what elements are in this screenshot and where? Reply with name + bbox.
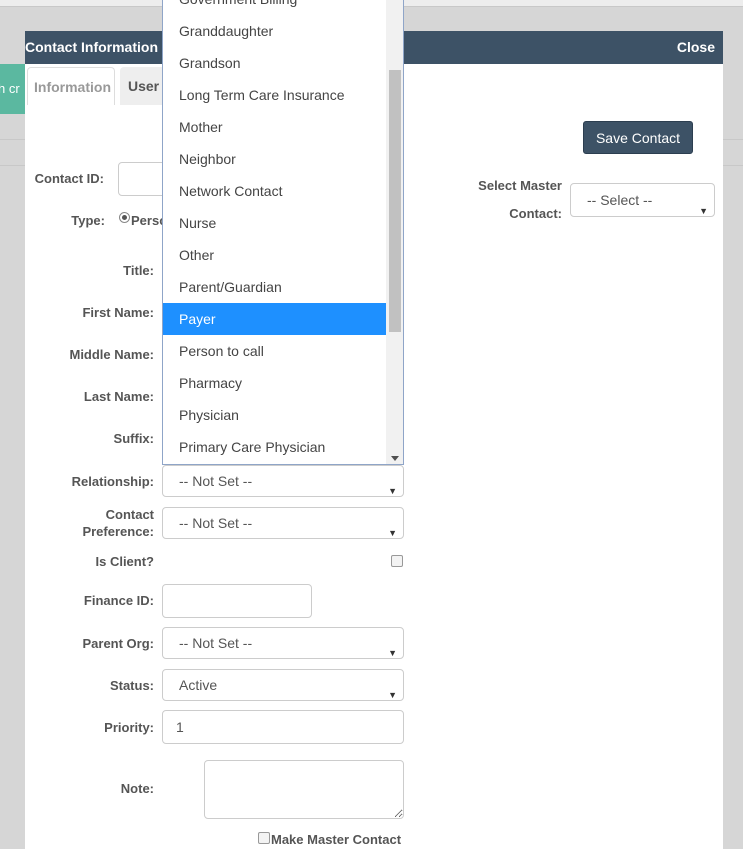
- contact-id-label: Contact ID:: [34, 171, 104, 186]
- dropdown-option[interactable]: Primary Care Physician: [163, 431, 386, 463]
- select-master-contact-value: -- Select --: [587, 192, 653, 208]
- relationship-dropdown-list[interactable]: Government Billing Granddaughter Grandso…: [162, 0, 404, 465]
- status-label: Status:: [109, 678, 154, 693]
- status-select[interactable]: Active ▼: [162, 669, 404, 701]
- dropdown-option[interactable]: Physician: [163, 399, 386, 431]
- dropdown-option[interactable]: Network Contact: [163, 175, 386, 207]
- type-label: Type:: [71, 213, 105, 228]
- dropdown-option[interactable]: Grandson: [163, 47, 386, 79]
- type-person-radio[interactable]: [119, 212, 130, 223]
- parent-org-select-value: -- Not Set --: [179, 635, 253, 651]
- dropdown-option[interactable]: Neighbor: [163, 143, 386, 175]
- contact-preference-label-line1: Contact: [105, 507, 154, 522]
- dropdown-option[interactable]: Person to call: [163, 335, 386, 367]
- tab-information[interactable]: Information: [27, 67, 115, 105]
- parent-org-select[interactable]: -- Not Set -- ▼: [162, 627, 404, 659]
- last-name-label: Last Name:: [83, 389, 154, 404]
- make-master-contact-checkbox[interactable]: [258, 832, 270, 844]
- note-label: Note:: [120, 781, 154, 796]
- finance-id-label: Finance ID:: [83, 593, 154, 608]
- relationship-label: Relationship:: [71, 474, 154, 489]
- middle-name-label: Middle Name:: [69, 347, 154, 362]
- dropdown-option[interactable]: Mother: [163, 111, 386, 143]
- chevron-down-icon: ▼: [388, 690, 397, 700]
- scroll-down-arrow-icon[interactable]: [391, 456, 399, 461]
- save-contact-button[interactable]: Save Contact: [583, 121, 693, 154]
- title-label: Title:: [123, 263, 154, 278]
- modal-title: Contact Information: [25, 39, 158, 55]
- select-master-label-line1: Select Master: [478, 178, 562, 193]
- chevron-down-icon: ▼: [388, 528, 397, 538]
- dropdown-option[interactable]: Granddaughter: [163, 15, 386, 47]
- status-select-value: Active: [179, 677, 218, 693]
- dropdown-option[interactable]: Other: [163, 239, 386, 271]
- contact-preference-label-line2: Preference:: [82, 524, 154, 539]
- is-client-label: Is Client?: [95, 554, 154, 569]
- dropdown-option[interactable]: Long Term Care Insurance: [163, 79, 386, 111]
- priority-label: Priority:: [104, 720, 154, 735]
- contact-preference-select-value: -- Not Set --: [179, 515, 253, 531]
- dropdown-option[interactable]: Parent/Guardian: [163, 271, 386, 303]
- priority-input[interactable]: [162, 710, 404, 744]
- note-textarea[interactable]: [204, 760, 404, 819]
- suffix-label: Suffix:: [113, 431, 154, 446]
- relationship-select-value: -- Not Set --: [179, 473, 253, 489]
- dropdown-scrollbar[interactable]: [386, 0, 403, 464]
- chevron-down-icon: ▼: [699, 206, 708, 216]
- parent-org-label: Parent Org:: [82, 636, 154, 651]
- scrollbar-thumb[interactable]: [389, 70, 401, 332]
- first-name-label: First Name:: [82, 305, 154, 320]
- chevron-down-icon: ▼: [388, 648, 397, 658]
- contact-preference-select[interactable]: -- Not Set -- ▼: [162, 507, 404, 539]
- dropdown-option[interactable]: Nurse: [163, 207, 386, 239]
- dropdown-option[interactable]: Pharmacy: [163, 367, 386, 399]
- close-button[interactable]: Close: [677, 39, 715, 55]
- is-client-checkbox[interactable]: [391, 555, 403, 567]
- finance-id-input[interactable]: [162, 584, 312, 618]
- dropdown-option[interactable]: Government Billing: [163, 0, 386, 15]
- chevron-down-icon: ▼: [388, 486, 397, 496]
- relationship-select[interactable]: -- Not Set -- ▼: [162, 465, 404, 497]
- make-master-contact-label: Make Master Contact: [271, 832, 402, 847]
- dropdown-option-selected[interactable]: Payer: [163, 303, 386, 335]
- select-master-contact-select[interactable]: -- Select -- ▼: [570, 183, 715, 217]
- select-master-label-line2: Contact:: [509, 206, 562, 221]
